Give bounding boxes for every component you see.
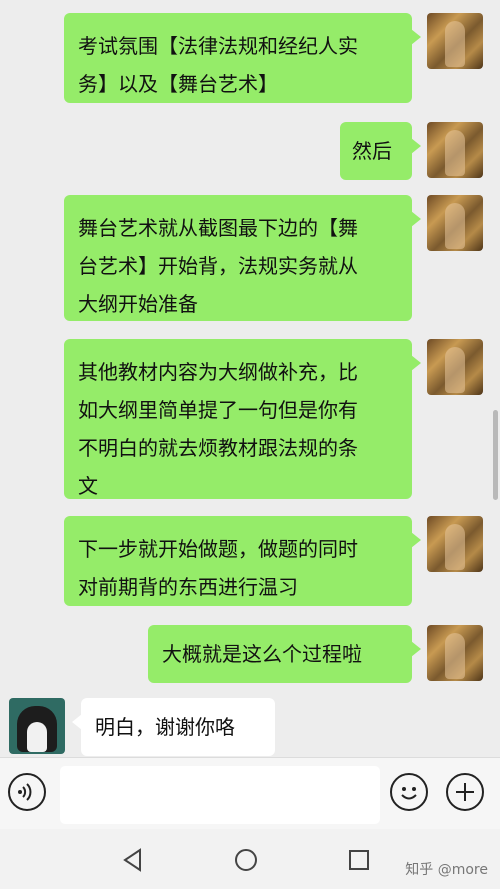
my-avatar[interactable] xyxy=(427,13,483,69)
message-bubble[interactable]: 大概就是这么个过程啦 xyxy=(148,625,421,683)
my-avatar[interactable] xyxy=(427,122,483,178)
message-bubble[interactable]: 舞台艺术就从截图最下边的【舞 台艺术】开始背，法规实务就从 大纲开始准备 xyxy=(64,195,421,321)
message-input[interactable] xyxy=(60,766,380,824)
my-avatar[interactable] xyxy=(427,339,483,395)
plus-icon[interactable] xyxy=(446,773,484,811)
chat-area[interactable]: 考试氛围【法律法规和经纪人实 务】以及【舞台艺术】 然后 舞台艺术就从截图最下边… xyxy=(0,0,500,757)
voice-icon[interactable] xyxy=(8,773,46,811)
message-bubble[interactable]: 下一步就开始做题，做题的同时 对前期背的东西进行温习 xyxy=(64,516,421,606)
watermark-text: 知乎 @more xyxy=(405,862,488,878)
scrollbar[interactable] xyxy=(493,410,498,500)
my-avatar[interactable] xyxy=(427,516,483,572)
my-avatar[interactable] xyxy=(427,195,483,251)
recent-apps-icon[interactable] xyxy=(346,847,372,873)
my-avatar[interactable] xyxy=(427,625,483,681)
input-bar xyxy=(0,757,500,830)
message-bubble[interactable]: 然后 xyxy=(340,122,421,180)
message-bubble[interactable]: 考试氛围【法律法规和经纪人实 务】以及【舞台艺术】 xyxy=(64,13,421,103)
back-icon[interactable] xyxy=(120,847,146,873)
message-bubble[interactable]: 其他教材内容为大纲做补充，比 如大纲里简单提了一句但是你有 不明白的就去烦教材跟… xyxy=(64,339,421,499)
message-bubble[interactable]: 明白，谢谢你咯 xyxy=(72,698,275,756)
emoji-icon[interactable] xyxy=(390,773,428,811)
navigation-bar: 知乎 @more xyxy=(0,829,500,889)
contact-avatar[interactable] xyxy=(9,698,65,754)
home-icon[interactable] xyxy=(233,847,259,873)
